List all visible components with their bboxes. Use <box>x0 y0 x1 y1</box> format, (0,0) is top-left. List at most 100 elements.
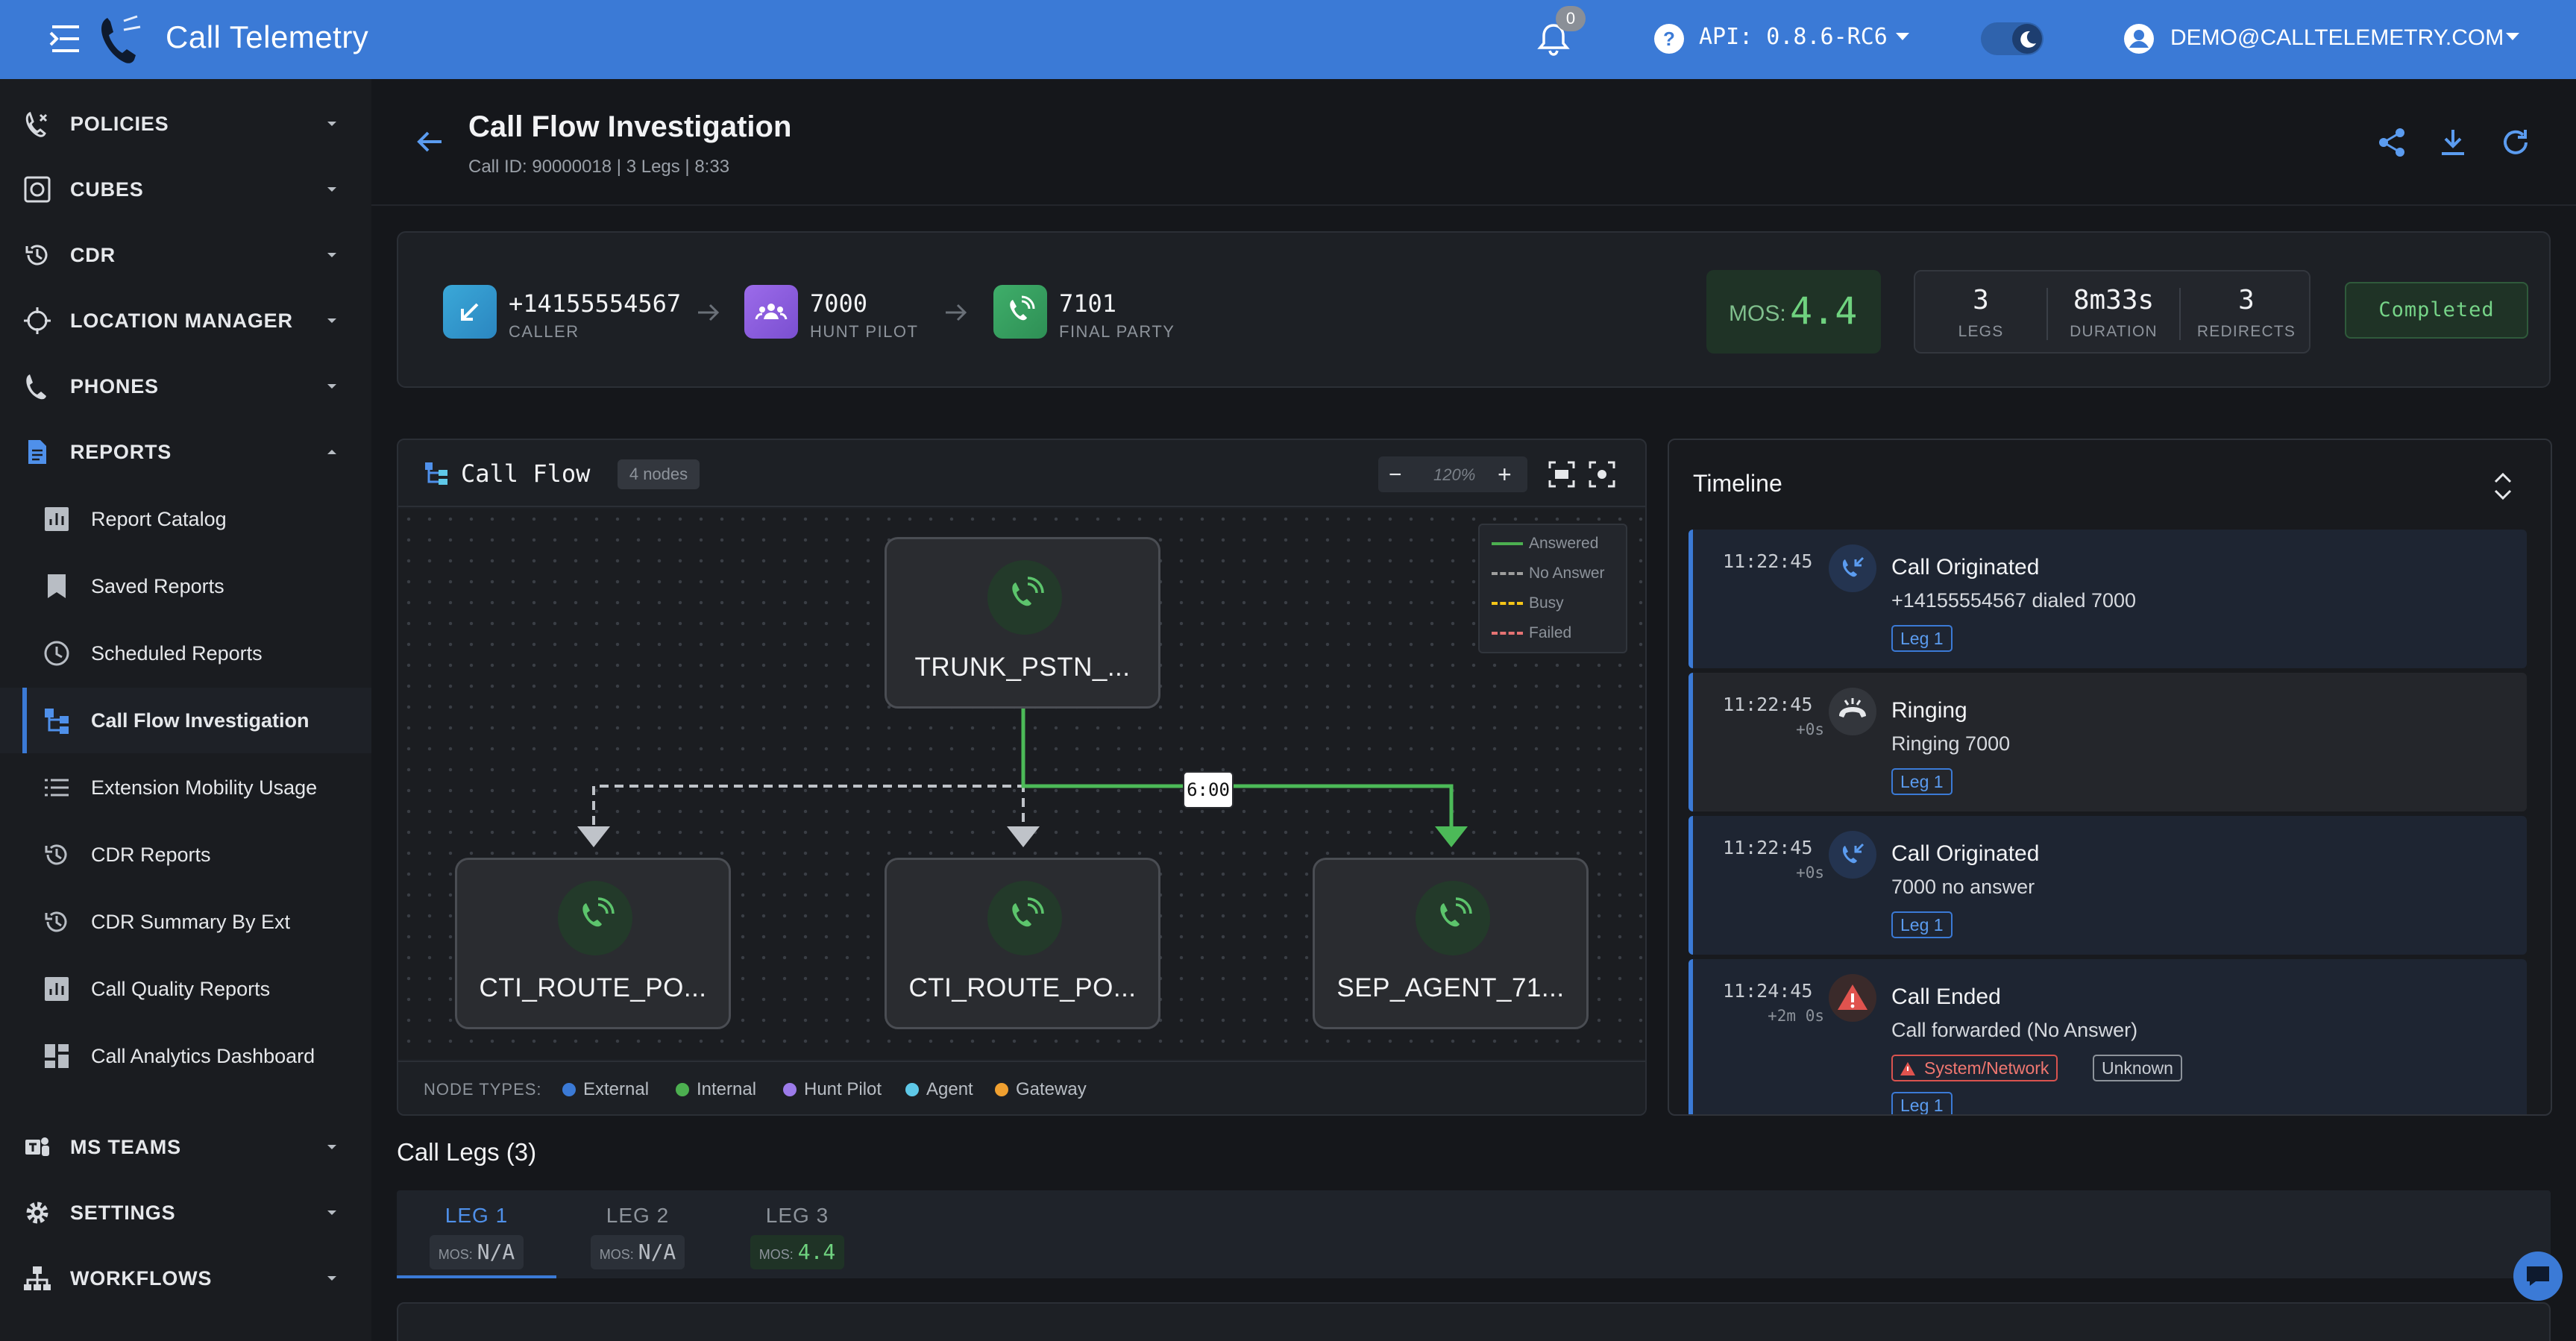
phone-policy-icon <box>25 111 48 137</box>
node-type-label: Internal <box>697 1079 757 1099</box>
flow-node-cti-route-1[interactable]: CTI_ROUTE_PO... <box>455 858 731 1029</box>
sidebar-item-label: POLICIES <box>70 112 169 135</box>
sidebar-item-reports[interactable]: REPORTS <box>0 419 371 485</box>
tab-leg-3[interactable]: LEG 3 MOS: 4.4 <box>717 1190 877 1278</box>
sidebar-subitem-label: Saved Reports <box>91 574 224 597</box>
phone-in-talk-icon <box>1416 881 1490 955</box>
sidebar-subitem-scheduled-reports[interactable]: Scheduled Reports <box>0 621 371 686</box>
share-icon[interactable] <box>2375 125 2409 160</box>
sidebar-subitem-call-quality-reports[interactable]: Call Quality Reports <box>0 956 371 1022</box>
node-type-label: External <box>583 1079 650 1099</box>
sidebar-subitem-saved-reports[interactable]: Saved Reports <box>0 553 371 619</box>
download-icon[interactable] <box>2436 125 2470 160</box>
node-count-chip: 4 nodes <box>618 459 700 489</box>
api-version-label[interactable]: API: 0.8.6-RC6 <box>1699 24 1888 50</box>
sidebar-item-settings[interactable]: SETTINGS <box>0 1180 371 1246</box>
sidebar-item-workflows[interactable]: WORKFLOWS <box>0 1246 371 1311</box>
zoom-in-button[interactable]: + <box>1498 461 1512 489</box>
zoom-out-button[interactable]: − <box>1389 462 1402 488</box>
event-relative-time: +0s <box>1796 864 1824 882</box>
timeline-event[interactable]: 11:24:45 +2m 0s Call Ended Call forwarde… <box>1688 959 2527 1114</box>
node-label: CTI_ROUTE_PO... <box>908 973 1137 1002</box>
toggle-knob <box>2012 24 2042 54</box>
event-description: Ringing 7000 <box>1891 732 2011 755</box>
sidebar-subitem-cdr-reports[interactable]: CDR Reports <box>0 822 371 888</box>
account-circle-icon[interactable] <box>2123 22 2155 55</box>
leg-detail-card <box>397 1302 2551 1341</box>
center-focus-icon[interactable] <box>1587 459 1617 489</box>
sidebar-subitem-extension-mobility-usage[interactable]: Extension Mobility Usage <box>0 755 371 820</box>
page-subtitle: Call ID: 90000018 | 3 Legs | 8:33 <box>468 157 730 177</box>
node-type-external: External <box>562 1079 649 1100</box>
sitemap-icon <box>24 1266 51 1290</box>
sidebar-subitem-label: Scheduled Reports <box>91 641 263 665</box>
active-indicator <box>22 688 27 753</box>
top-app-bar: Call Telemetry 0 ? API: 0.8.6-RC6 DEMO@C… <box>0 0 2576 79</box>
edge-answered <box>1021 709 1454 829</box>
leg-tag[interactable]: Leg 1 <box>1891 1092 1953 1114</box>
chat-bubble-icon <box>2527 1266 2549 1286</box>
node-type-agent: Agent <box>905 1079 973 1100</box>
help-circle-icon[interactable]: ? <box>1653 22 1686 55</box>
sidebar-item-location-manager[interactable]: LOCATION MANAGER <box>0 288 371 354</box>
gear-icon <box>26 1202 48 1224</box>
leg-tag[interactable]: Leg 1 <box>1891 768 1953 795</box>
mos-value: N/A <box>477 1240 515 1264</box>
history-icon <box>45 911 67 932</box>
caller-label: CALLER <box>509 322 579 341</box>
leg-tag[interactable]: Leg 1 <box>1891 911 1953 938</box>
sidebar-subitem-call-flow-investigation[interactable]: Call Flow Investigation <box>0 688 371 753</box>
sidebar-item-policies[interactable]: POLICIES <box>0 91 371 157</box>
arrowhead <box>1007 826 1040 847</box>
timeline-event[interactable]: 11:22:45 Call Originated +14155554567 di… <box>1688 530 2527 668</box>
refresh-icon[interactable] <box>2498 125 2533 160</box>
sidebar-item-phones[interactable]: PHONES <box>0 354 371 419</box>
call-flow-canvas[interactable]: TRUNK_PSTN_... CTI_ROUTE_PO... CTI_ROUTE… <box>398 509 1645 1059</box>
chevron-down-icon[interactable] <box>1894 31 1911 42</box>
call-flow-title: Call Flow <box>461 459 591 488</box>
sidebar-subitem-report-catalog[interactable]: Report Catalog <box>0 486 371 552</box>
caller-number: +14155554567 <box>509 289 682 318</box>
call-legs-title: Call Legs (3) <box>397 1138 537 1166</box>
flow-tree-icon <box>425 462 447 485</box>
sidebar-subitem-label: Extension Mobility Usage <box>91 776 318 799</box>
flow-node-agent[interactable]: SEP_AGENT_71... <box>1313 858 1589 1029</box>
node-label: TRUNK_PSTN_... <box>914 653 1131 682</box>
sidebar-item-cdr[interactable]: CDR <box>0 222 371 288</box>
timeline-event[interactable]: 11:22:45 +0s Ringing Ringing 7000 Leg 1 <box>1688 673 2527 811</box>
clock-icon <box>44 641 69 666</box>
sidebar-item-label: SETTINGS <box>70 1201 176 1224</box>
event-description: 7000 no answer <box>1891 876 2035 898</box>
sidebar-item-cubes[interactable]: CUBES <box>0 157 371 222</box>
back-arrow-icon[interactable] <box>413 125 446 158</box>
fit-view-icon[interactable] <box>1547 459 1577 489</box>
chevron-down-icon <box>327 1276 336 1281</box>
chevron-down-icon <box>327 384 336 389</box>
sidebar-item-ms-teams[interactable]: MS TEAMS <box>0 1114 371 1180</box>
node-label: CTI_ROUTE_PO... <box>479 973 707 1002</box>
menu-collapse-icon[interactable] <box>48 22 84 55</box>
timeline-event[interactable]: 11:22:45 +0s Call Originated 7000 no ans… <box>1688 816 2527 955</box>
flow-node-cti-route-2[interactable]: CTI_ROUTE_PO... <box>885 858 1160 1029</box>
legend-label: Failed <box>1529 624 1572 641</box>
node-label: SEP_AGENT_71... <box>1336 973 1565 1002</box>
inbound-call-icon <box>1829 831 1876 879</box>
unknown-tag: Unknown <box>2093 1055 2182 1081</box>
expand-collapse-icon[interactable] <box>2489 470 2516 503</box>
flow-node-trunk[interactable]: TRUNK_PSTN_... <box>885 537 1160 709</box>
mos-label: MOS: <box>758 1247 794 1262</box>
sidebar-subitem-call-analytics-dashboard[interactable]: Call Analytics Dashboard <box>0 1023 371 1089</box>
edge-legend: Answered No Answer Busy Failed <box>1478 524 1627 653</box>
leg-tag[interactable]: Leg 1 <box>1891 625 1953 652</box>
stat-duration: 8m33s DURATION <box>2048 285 2179 341</box>
sidebar-subitem-cdr-summary-by-ext[interactable]: CDR Summary By Ext <box>0 889 371 955</box>
dark-mode-toggle[interactable] <box>1981 22 2043 55</box>
user-account-label[interactable]: DEMO@CALLTELEMETRY.COM <box>2170 25 2504 51</box>
inbound-call-icon <box>443 285 497 339</box>
chevron-down-icon[interactable] <box>2504 31 2521 42</box>
tab-leg-2[interactable]: LEG 2 MOS: N/A <box>558 1190 717 1278</box>
tab-leg-1[interactable]: LEG 1 MOS: N/A <box>397 1190 556 1278</box>
stat-value: 3 <box>1973 285 1989 315</box>
warning-triangle-icon <box>1900 1062 1915 1075</box>
chat-support-button[interactable] <box>2513 1252 2563 1301</box>
